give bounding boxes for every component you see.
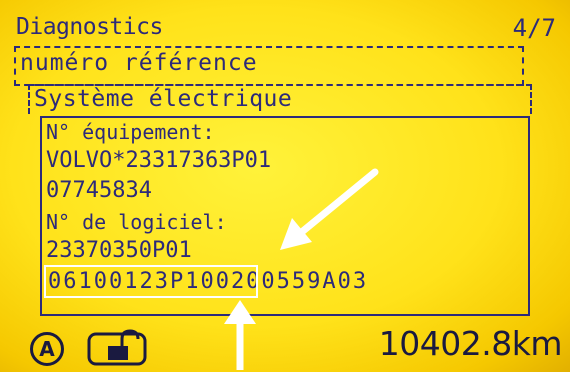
page-counter: 4/7 <box>512 14 556 42</box>
equipment-serial: 07745834 <box>46 178 152 203</box>
menu-item-reference[interactable]: numéro référence <box>20 50 258 76</box>
unlocked-padlock-icon <box>87 329 147 366</box>
software-code: 23370350P01 <box>46 238 192 263</box>
odometer-reading: 10402.8km <box>378 324 563 363</box>
screen-title: Diagnostics <box>16 14 163 40</box>
equipment-code: VOLVO*23317363P01 <box>46 148 272 173</box>
annotation-highlight-box <box>44 265 258 298</box>
software-label: N° de logiciel: <box>46 210 227 234</box>
menu-item-electrical-system[interactable]: Système électrique <box>34 86 292 112</box>
annotation-arrow-up-icon <box>224 300 256 370</box>
annotation-arrow-diagonal-icon <box>280 168 379 250</box>
lcd-display: Diagnostics 4/7 numéro référence Système… <box>0 0 570 372</box>
autonomous-mode-a-icon: A <box>30 332 64 366</box>
equipment-label: N° équipement: <box>46 120 215 144</box>
